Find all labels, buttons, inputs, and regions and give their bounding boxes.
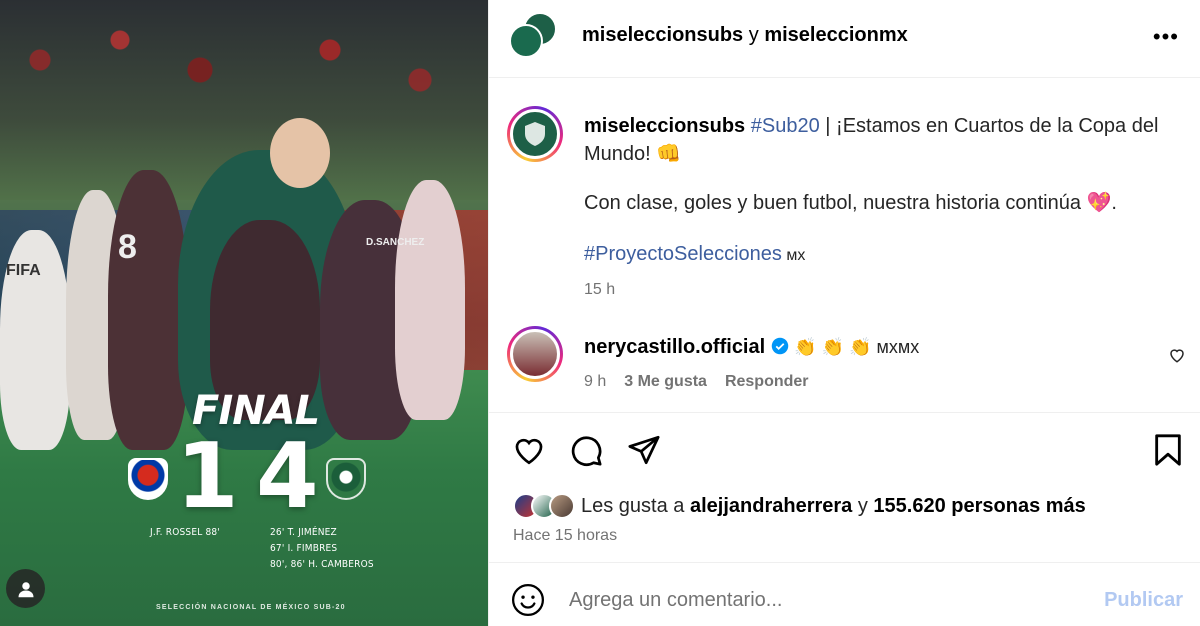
player-head [270, 118, 330, 188]
header-user-1[interactable]: miseleccionsubs [582, 24, 743, 46]
post-image[interactable]: FIFA D.SANCHEZ 8 FINAL 1 4 J.F. ROSSEL 8… [0, 0, 488, 626]
caption-line1: | ¡Estamos en Cuartos de la Copa del [819, 115, 1159, 137]
caption-time[interactable]: 15 h [584, 276, 615, 304]
caption-line2: Mundo! 👊 [584, 143, 682, 165]
likes-prefix: Les gusta a [581, 494, 690, 517]
hashtag-proyecto[interactable]: #ProyectoSelecciones [584, 243, 782, 265]
likes-mid: y [852, 494, 874, 517]
post-panel: miseleccionsubs y miseleccionmx ••• mise… [488, 0, 1200, 626]
caption-line3: Con clase, goles y buen futbol, nuestra … [584, 192, 1117, 214]
reply-button[interactable]: Responder [725, 368, 809, 396]
comment-time[interactable]: 9 h [584, 368, 606, 396]
comment-box: Publicar [489, 562, 1200, 626]
caption-hashtags: #ProyectoSelecciones ᴍx [584, 240, 805, 270]
emoji-button[interactable] [511, 583, 545, 622]
comment-row: nerycastillo.official 👏 👏 👏 ᴍxᴍx [584, 333, 919, 361]
likes-summary: Les gusta a alejjandraherrera y 155.620 … [513, 491, 1086, 521]
jersey-number-text: 8 [118, 228, 137, 266]
user-icon [18, 581, 33, 597]
comment-button[interactable] [569, 433, 603, 472]
likes-user[interactable]: alejjandraherrera [690, 495, 852, 517]
caption-text: miseleccionsubs #Sub20 | ¡Estamos en Cua… [584, 112, 1174, 168]
avatar [510, 109, 560, 159]
likes-count[interactable]: 155.620 personas más [873, 495, 1085, 517]
header-user-2[interactable]: miseleccionmx [764, 24, 907, 46]
chile-crest-icon [128, 458, 168, 500]
save-button[interactable] [1153, 433, 1183, 472]
actions-section: Les gusta a alejjandraherrera y 155.620 … [489, 412, 1200, 562]
collab-avatars[interactable] [509, 12, 557, 62]
comment-icon [571, 436, 602, 466]
send-icon [628, 435, 660, 465]
mexico-crest-icon [326, 458, 366, 500]
heart-icon [515, 438, 543, 465]
likes-text[interactable]: Les gusta a alejjandraherrera y 155.620 … [581, 495, 1086, 518]
player-shape [395, 180, 465, 420]
hashtag-sub20[interactable]: #Sub20 [751, 115, 820, 137]
header-connector: y [743, 24, 765, 46]
comment-text: 👏 👏 👏 ᴍxᴍx [794, 337, 920, 357]
bookmark-icon [1155, 434, 1181, 466]
comment-like-button[interactable] [1168, 346, 1186, 369]
more-options-button[interactable]: ••• [1153, 24, 1179, 50]
like-button[interactable] [511, 433, 547, 472]
post-header: miseleccionsubs y miseleccionmx ••• [489, 0, 1200, 78]
emoji-icon [511, 583, 545, 617]
home-scorer: J.F. ROSSEL 88' [150, 527, 221, 538]
tagged-users-button[interactable] [6, 569, 45, 608]
player-shape [108, 170, 188, 450]
away-scorer-2: 67' I. FIMBRES [270, 543, 338, 554]
comment-input[interactable] [569, 589, 1089, 612]
away-scorer-3: 80', 86' H. CAMBEROS [270, 559, 374, 570]
caption-avatar[interactable] [507, 106, 563, 162]
avatar [509, 24, 543, 58]
away-scorer-1: 26' T. JIMÉNEZ [270, 527, 337, 538]
home-score: 1 [176, 424, 239, 529]
post-time[interactable]: Hace 15 horas [513, 527, 617, 545]
shield-icon [525, 122, 545, 146]
comment-avatar[interactable] [507, 326, 563, 382]
comment-meta: 9 h 3 Me gusta Responder [584, 368, 809, 396]
comment-likes[interactable]: 3 Me gusta [624, 368, 707, 396]
jersey-fifa-text: FIFA [6, 262, 41, 279]
share-button[interactable] [627, 433, 661, 472]
image-footer: SELECCIÓN NACIONAL DE MÉXICO SUB-20 [156, 604, 346, 611]
jersey-name-text: D.SANCHEZ [366, 237, 425, 248]
verified-badge-icon [771, 337, 788, 355]
publish-button[interactable]: Publicar [1104, 589, 1183, 612]
heart-icon [1170, 349, 1184, 363]
header-usernames: miseleccionsubs y miseleccionmx [582, 24, 908, 47]
avatar [549, 493, 575, 519]
avatar [510, 329, 560, 379]
caption-username[interactable]: miseleccionsubs [584, 115, 745, 137]
caption-suffix: ᴍx [781, 247, 806, 264]
away-score: 4 [256, 424, 319, 529]
comment-username[interactable]: nerycastillo.official [584, 336, 765, 358]
